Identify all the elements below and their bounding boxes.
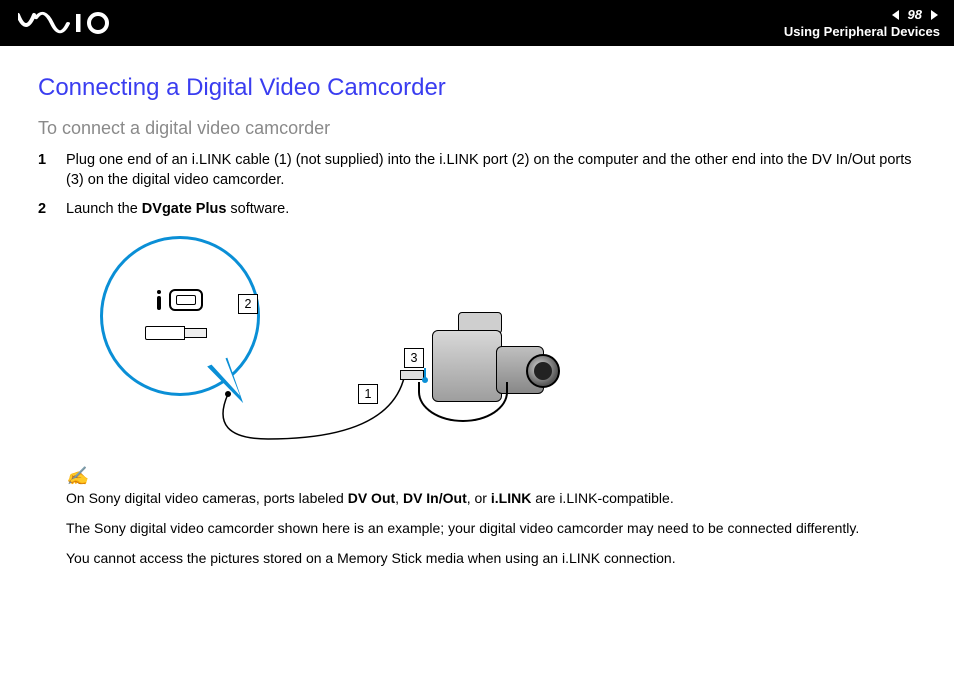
- page-number-row: 98: [890, 7, 940, 22]
- page-header: 98 Using Peripheral Devices: [0, 0, 954, 46]
- step-number: 1: [38, 151, 52, 190]
- diagram-callout-1: 1: [358, 384, 378, 404]
- software-name: DVgate Plus: [142, 201, 227, 217]
- section-label: Using Peripheral Devices: [784, 24, 940, 39]
- text-run: are i.LINK-compatible.: [531, 490, 673, 506]
- header-right: 98 Using Peripheral Devices: [784, 7, 940, 39]
- step-number: 2: [38, 200, 52, 220]
- port-label: DV Out: [348, 490, 395, 506]
- step-text: Plug one end of an i.LINK cable (1) (not…: [66, 151, 916, 190]
- note-line-1: On Sony digital video cameras, ports lab…: [66, 489, 916, 507]
- ilink-port-symbol: [157, 289, 203, 311]
- page-title: Connecting a Digital Video Camcorder: [38, 74, 916, 102]
- next-page-arrow-icon[interactable]: [928, 9, 940, 21]
- callout-balloon-port: [100, 236, 260, 396]
- notes-block: On Sony digital video cameras, ports lab…: [66, 489, 916, 568]
- step-text: Launch the DVgate Plus software.: [66, 200, 916, 220]
- step-2: 2 Launch the DVgate Plus software.: [38, 200, 916, 220]
- diagram-callout-2: 2: [238, 294, 258, 314]
- text-run: ,: [395, 490, 403, 506]
- port-label: DV In/Out: [403, 490, 467, 506]
- port-label: i.LINK: [491, 490, 531, 506]
- text-run: , or: [467, 490, 491, 506]
- page-content: Connecting a Digital Video Camcorder To …: [0, 46, 954, 599]
- cable-plug-icon: [145, 323, 215, 343]
- text-run: On Sony digital video cameras, ports lab…: [66, 490, 348, 506]
- steps-list: 1 Plug one end of an i.LINK cable (1) (n…: [38, 151, 916, 220]
- text-run: Launch the: [66, 201, 142, 217]
- firewire-port-icon: [169, 289, 203, 311]
- note-icon: ✍: [66, 466, 916, 487]
- page-subtitle: To connect a digital video camcorder: [38, 118, 916, 139]
- note-line-3: You cannot access the pictures stored on…: [66, 549, 916, 567]
- note-line-2: The Sony digital video camcorder shown h…: [66, 519, 916, 537]
- vaio-logo: [18, 11, 114, 35]
- camcorder-illustration: [408, 306, 548, 426]
- text-run: software.: [226, 201, 289, 217]
- page-number: 98: [908, 7, 922, 22]
- ilink-logo-icon: [157, 290, 161, 310]
- step-1: 1 Plug one end of an i.LINK cable (1) (n…: [38, 151, 916, 190]
- connection-diagram: 2 1 3: [68, 236, 538, 452]
- prev-page-arrow-icon[interactable]: [890, 9, 902, 21]
